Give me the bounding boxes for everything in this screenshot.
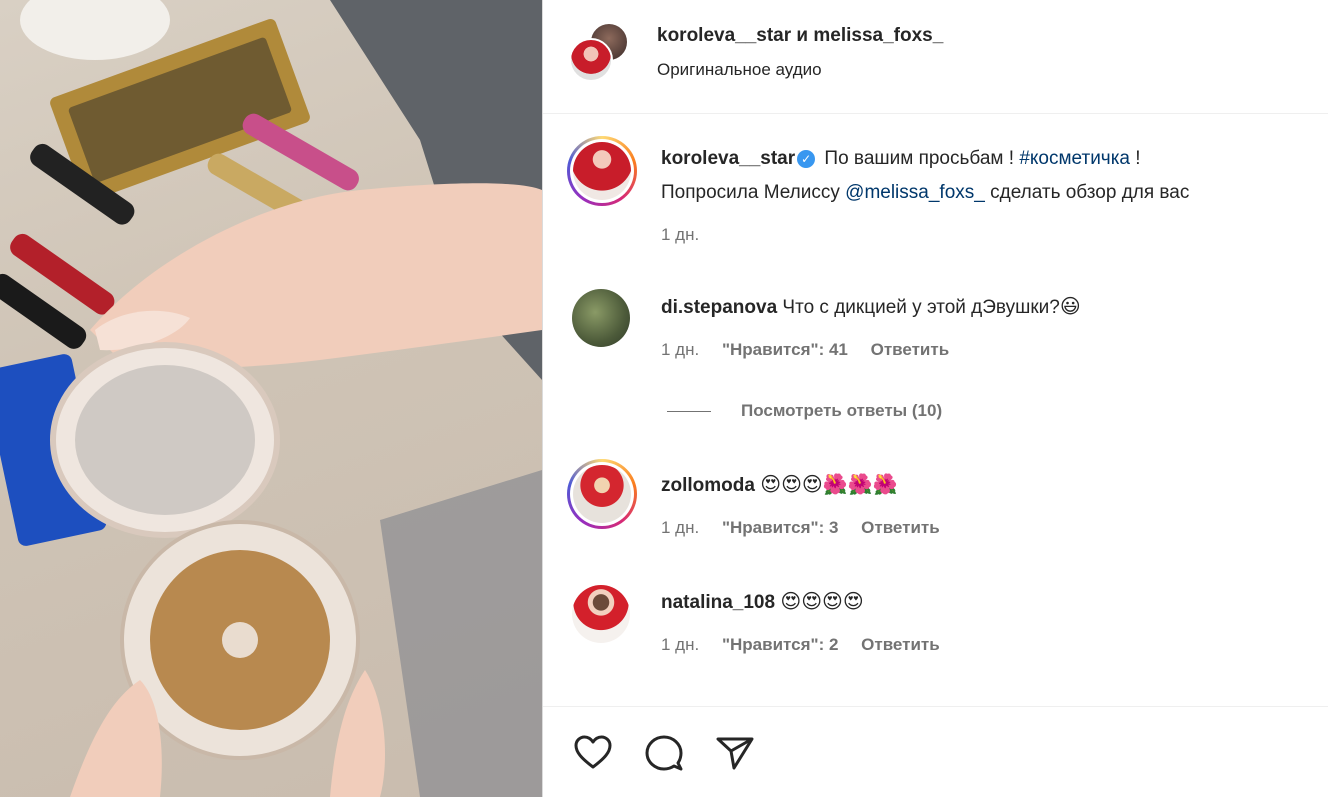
timestamp[interactable]: 1 дн. bbox=[661, 518, 699, 537]
comment-meta: 1 дн. "Нравится": 2 Ответить bbox=[661, 635, 958, 655]
likes-count[interactable]: "Нравится": 41 bbox=[722, 340, 848, 359]
avatar[interactable] bbox=[572, 585, 630, 643]
post-media[interactable] bbox=[0, 0, 542, 797]
comment-icon[interactable] bbox=[642, 731, 686, 775]
hashtag-link[interactable]: #косметичка bbox=[1019, 148, 1130, 169]
comment-meta: 1 дн. "Нравится": 41 Ответить bbox=[661, 340, 967, 360]
comment-username[interactable]: natalina_108 bbox=[661, 592, 775, 613]
post-authors[interactable]: koroleva__star и melissa_foxs_ bbox=[657, 25, 943, 47]
avatar[interactable] bbox=[572, 289, 630, 347]
timestamp[interactable]: 1 дн. bbox=[661, 635, 699, 654]
reply-button[interactable]: Ответить bbox=[861, 635, 940, 654]
post-actions bbox=[543, 706, 1328, 797]
send-icon[interactable] bbox=[713, 731, 757, 775]
reply-button[interactable]: Ответить bbox=[861, 518, 940, 537]
timestamp[interactable]: 1 дн. bbox=[661, 340, 699, 359]
caption-text: По вашим просьбам ! bbox=[819, 148, 1020, 169]
comment-body: zollomoda 😍😍😍🌺🌺🌺 bbox=[661, 468, 898, 502]
cosmetics-photo bbox=[0, 0, 542, 797]
comments-list: koroleva__star ✓ По вашим просьбам ! #кос… bbox=[543, 115, 1328, 705]
view-replies-button[interactable]: Посмотреть ответы (10) bbox=[667, 401, 942, 421]
caption-text: ! bbox=[1130, 148, 1141, 169]
caption-text: Попросила Мелиссу bbox=[661, 182, 846, 203]
comment-body: natalina_108 😍😍😍😍 bbox=[661, 585, 864, 619]
post-header: koroleva__star и melissa_foxs_ Оригиналь… bbox=[543, 0, 1328, 114]
caption-avatar[interactable] bbox=[567, 136, 637, 206]
collab-avatars[interactable] bbox=[569, 22, 631, 82]
likes-count[interactable]: "Нравится": 3 bbox=[722, 518, 838, 537]
verified-badge-icon: ✓ bbox=[797, 150, 816, 168]
replies-dash bbox=[667, 411, 711, 413]
comment-username[interactable]: zollomoda bbox=[661, 475, 755, 496]
comment-emoji: 😃 bbox=[1059, 294, 1081, 318]
reply-button[interactable]: Ответить bbox=[871, 340, 950, 359]
comment-username[interactable]: di.stepanova bbox=[661, 297, 777, 318]
timestamp[interactable]: 1 дн. bbox=[661, 225, 699, 244]
caption-username[interactable]: koroleva__star bbox=[661, 148, 795, 169]
comment-text: Что с дикцией у этой дЭвушки? bbox=[777, 297, 1060, 318]
likes-count[interactable]: "Нравится": 2 bbox=[722, 635, 838, 654]
comment-emoji: 😍😍😍😍 bbox=[780, 589, 864, 613]
caption-line-1: koroleva__star ✓ По вашим просьбам ! #кос… bbox=[661, 143, 1141, 175]
post-sidebar: koroleva__star и melissa_foxs_ Оригиналь… bbox=[543, 0, 1328, 797]
comment-body: di.stepanova Что с дикцией у этой дЭвушк… bbox=[661, 290, 1081, 324]
caption-meta: 1 дн. bbox=[661, 225, 717, 245]
caption-text: сделать обзор для вас bbox=[984, 182, 1190, 203]
caption-line-2: Попросила Мелиссу @melissa_foxs_ сделать… bbox=[661, 177, 1189, 209]
view-replies-label: Посмотреть ответы (10) bbox=[741, 401, 943, 420]
mention-link[interactable]: @melissa_foxs_ bbox=[845, 182, 985, 203]
heart-icon[interactable] bbox=[571, 731, 615, 775]
comment-emoji: 😍😍😍🌺🌺🌺 bbox=[760, 472, 898, 496]
comment-meta: 1 дн. "Нравится": 3 Ответить bbox=[661, 518, 958, 538]
avatar bbox=[569, 38, 613, 82]
avatar[interactable] bbox=[567, 459, 637, 529]
audio-label[interactable]: Оригинальное аудио bbox=[657, 60, 822, 80]
